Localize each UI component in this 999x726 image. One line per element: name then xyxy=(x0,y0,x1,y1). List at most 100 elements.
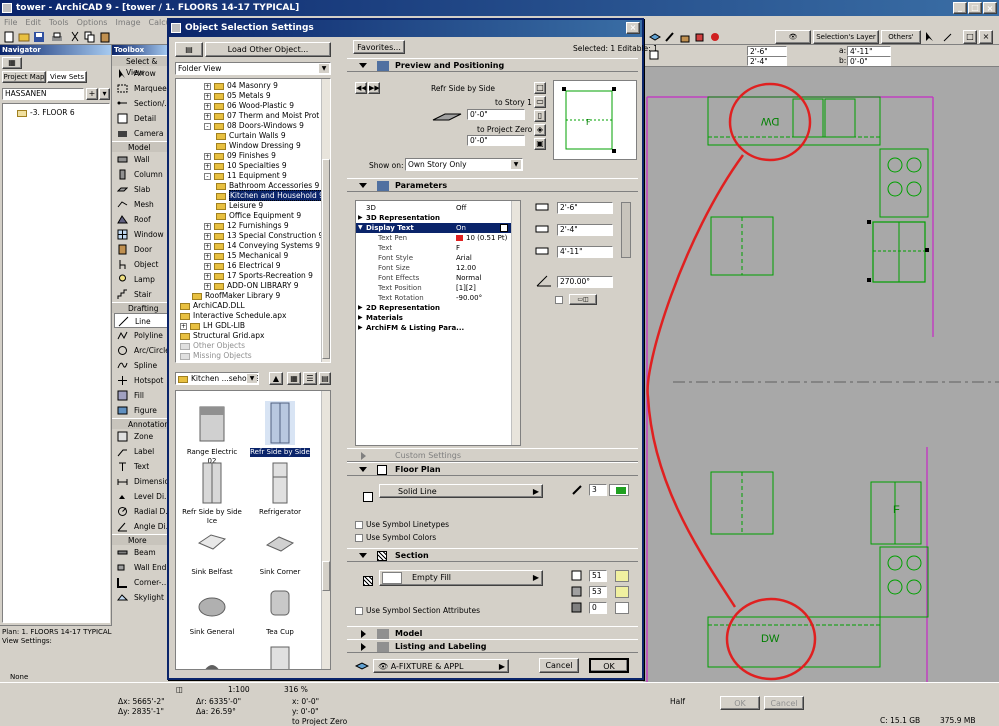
library-tree-item[interactable]: Kitchen and Household 9 xyxy=(216,190,325,201)
tool-window[interactable]: Window xyxy=(114,227,168,242)
folder-up-icon[interactable]: ▲ xyxy=(269,372,283,385)
load-other-object-button[interactable]: Load Other Object... xyxy=(205,42,331,57)
library-tree-item[interactable]: Window Dressing 9 xyxy=(216,141,301,151)
object-thumbnail[interactable]: Refr Side by Side xyxy=(250,401,310,457)
tool-door[interactable]: Door xyxy=(114,242,168,257)
tool-mesh[interactable]: Mesh xyxy=(114,197,168,212)
tool-roof[interactable]: Roof xyxy=(114,212,168,227)
tool-lamp[interactable]: Lamp xyxy=(114,272,168,287)
navigator-menu-icon[interactable]: ▦ xyxy=(2,57,22,69)
others-layer-tab[interactable]: Others' xyxy=(881,30,921,44)
collapse-icon[interactable]: - xyxy=(204,172,211,180)
thumbnail-scrollbar[interactable] xyxy=(321,391,330,669)
paste-icon[interactable] xyxy=(98,30,112,44)
parameter-scrollbar[interactable] xyxy=(511,201,520,445)
expand-icon[interactable]: + xyxy=(204,102,211,110)
tool-fill[interactable]: Fill xyxy=(114,388,168,403)
pointer-icon[interactable] xyxy=(923,30,937,44)
object-thumbnail[interactable]: Refr Side by Side Ice xyxy=(182,461,242,526)
link-chain-icon[interactable] xyxy=(621,202,631,258)
parameter-row[interactable]: Materials ▶ xyxy=(356,313,512,323)
display-text-checkbox[interactable] xyxy=(500,224,508,232)
dialog-close-button[interactable]: × xyxy=(626,22,640,34)
toolbox-more-head[interactable]: More xyxy=(112,534,168,545)
tab-project-map[interactable]: Project Map xyxy=(2,71,46,83)
magic-wand-icon[interactable] xyxy=(941,30,955,44)
toolbox-drafting-head[interactable]: Drafting xyxy=(112,302,168,313)
layer-icon[interactable] xyxy=(648,30,662,44)
library-tree-item[interactable]: Leisure 9 xyxy=(216,201,263,211)
plan-view-icon[interactable]: □ xyxy=(534,82,546,94)
view-mode-button[interactable]: ▤ xyxy=(175,42,203,57)
expand-icon[interactable]: + xyxy=(204,82,211,90)
print-icon[interactable] xyxy=(50,30,64,44)
library-tree-item[interactable]: +04 Masonry 9 xyxy=(204,81,278,91)
tool-wall-end[interactable]: Wall End xyxy=(114,560,168,575)
tool-skylight[interactable]: Skylight xyxy=(114,590,168,605)
close-doc-button[interactable]: × xyxy=(979,30,993,44)
line-type-select[interactable]: Solid Line ▶ xyxy=(379,484,543,498)
library-tree-item[interactable]: - 11 Equipment 9 xyxy=(204,171,287,181)
axon-view-icon[interactable]: ◈ xyxy=(534,124,546,136)
minimize-button[interactable]: _ xyxy=(953,2,967,14)
info-b-field[interactable]: 0'-0" xyxy=(847,56,891,66)
ok-button[interactable]: OK xyxy=(589,658,629,673)
tool-arrow[interactable]: Arrow xyxy=(114,66,168,81)
library-tree-item[interactable]: +10 Specialties 9 xyxy=(204,161,287,171)
open-icon[interactable] xyxy=(17,30,31,44)
collapsed-triangle-icon[interactable]: ▶ xyxy=(358,213,363,223)
tool-camera[interactable]: Camera xyxy=(114,126,168,141)
library-tree-item[interactable]: Structural Grid.apx xyxy=(180,331,264,341)
use-symbol-linetypes[interactable]: Use Symbol Linetypes xyxy=(355,520,449,529)
tool-radial-dimension[interactable]: Radial D... xyxy=(114,504,168,519)
object-thumbnail[interactable]: Range Electric 02 xyxy=(182,401,242,466)
tool-hotspot[interactable]: Hotspot xyxy=(114,373,168,388)
library-tree-item[interactable]: Missing Objects xyxy=(180,351,252,361)
menu-tools[interactable]: Tools xyxy=(45,16,73,29)
tool-wall[interactable]: Wall xyxy=(114,152,168,167)
library-tree-item[interactable]: +16 Electrical 9 xyxy=(204,261,281,271)
favorites-button[interactable]: Favorites... xyxy=(353,40,405,54)
menu-options[interactable]: Options xyxy=(73,16,112,29)
collapsed-triangle-icon[interactable]: ▶ xyxy=(358,323,363,333)
menu-edit[interactable]: Edit xyxy=(21,16,45,29)
custom-settings-head[interactable]: Custom Settings xyxy=(347,448,638,462)
tool-polyline[interactable]: Polyline xyxy=(114,328,168,343)
navigator-tree-item[interactable]: -3. FLOOR 6 xyxy=(17,108,75,117)
thumbnail-scrollbar-thumb[interactable] xyxy=(322,561,330,591)
pen-color-swatch[interactable] xyxy=(609,484,629,496)
listing-section-head[interactable]: Listing and Labeling xyxy=(347,639,638,653)
cube-icon[interactable] xyxy=(693,30,707,44)
toolbox-annotation-head[interactable]: Annotation xyxy=(112,418,169,429)
toolbox-select-head[interactable]: Select & View xyxy=(112,55,168,77)
new-icon[interactable] xyxy=(2,30,16,44)
toolbox-model-head[interactable]: Model xyxy=(112,141,168,152)
layer-select[interactable]: 👁 A-FIXTURE & APPL ▶ xyxy=(373,659,509,673)
status-zoom-icon[interactable]: ◫ xyxy=(176,685,183,694)
list-view-icon[interactable]: ☰ xyxy=(303,372,317,385)
status-cancel-button[interactable]: Cancel xyxy=(764,696,804,710)
library-tree-item[interactable]: ArchiCAD.DLL xyxy=(180,301,245,311)
library-tree-item[interactable]: +14 Conveying Systems 9 xyxy=(204,241,320,251)
library-tree-item[interactable]: + ADD-ON LIBRARY 9 xyxy=(204,281,299,291)
show-on-select[interactable]: Own Story Only ▼ xyxy=(405,158,523,171)
section-pen2-field[interactable]: 53 xyxy=(589,586,607,598)
close-button[interactable]: × xyxy=(983,2,997,14)
fill-type-select[interactable]: Empty Fill ▶ xyxy=(379,570,543,586)
tool-slab[interactable]: Slab xyxy=(114,182,168,197)
expand-icon[interactable]: + xyxy=(204,252,211,260)
story-elevation-field[interactable]: 0'-0" xyxy=(467,109,525,120)
library-tree-item[interactable]: + LH GDL-LIB xyxy=(180,321,245,331)
parameter-row[interactable]: Text Pen 10 (0.51 Pt) xyxy=(356,233,512,243)
object-thumbnail[interactable] xyxy=(182,641,242,669)
tool-stair[interactable]: Stair xyxy=(114,287,168,302)
menu-image[interactable]: Image xyxy=(111,16,144,29)
parameter-row[interactable]: Font Style Arial xyxy=(356,253,512,263)
section-color2-swatch[interactable] xyxy=(615,586,629,598)
tool-arc[interactable]: Arc/Circle xyxy=(114,343,168,358)
expand-icon[interactable]: + xyxy=(204,282,211,290)
tool-level-dimension[interactable]: Level Di... xyxy=(114,489,168,504)
status-ok-button[interactable]: OK xyxy=(720,696,760,710)
model-section-head[interactable]: Model xyxy=(347,626,638,640)
tool-detail[interactable]: Detail xyxy=(114,111,168,126)
